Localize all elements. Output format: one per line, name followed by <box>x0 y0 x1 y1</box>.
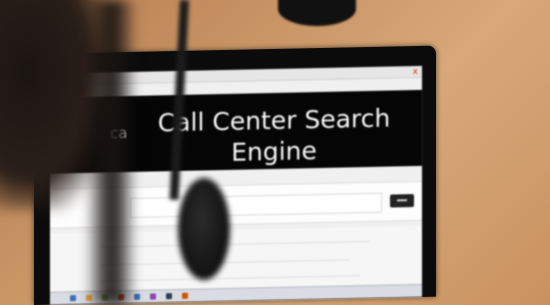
search-button-icon <box>397 199 407 202</box>
page-title: Call Center Search Engine <box>157 103 391 167</box>
taskbar-app-icon[interactable] <box>150 293 156 300</box>
taskbar-app-icon[interactable] <box>70 295 76 302</box>
headset-band <box>85 0 137 305</box>
result-divider <box>100 275 360 282</box>
taskbar-app-icon[interactable] <box>166 293 172 300</box>
result-divider <box>100 259 350 266</box>
microphone-head <box>178 178 230 280</box>
photo-frame: x ca Call Center Search Engine <box>0 0 550 305</box>
result-divider <box>100 240 370 248</box>
close-icon[interactable]: x <box>413 67 418 77</box>
taskbar-app-icon[interactable] <box>182 292 188 299</box>
search-input[interactable] <box>130 192 382 218</box>
search-button[interactable] <box>390 194 414 208</box>
